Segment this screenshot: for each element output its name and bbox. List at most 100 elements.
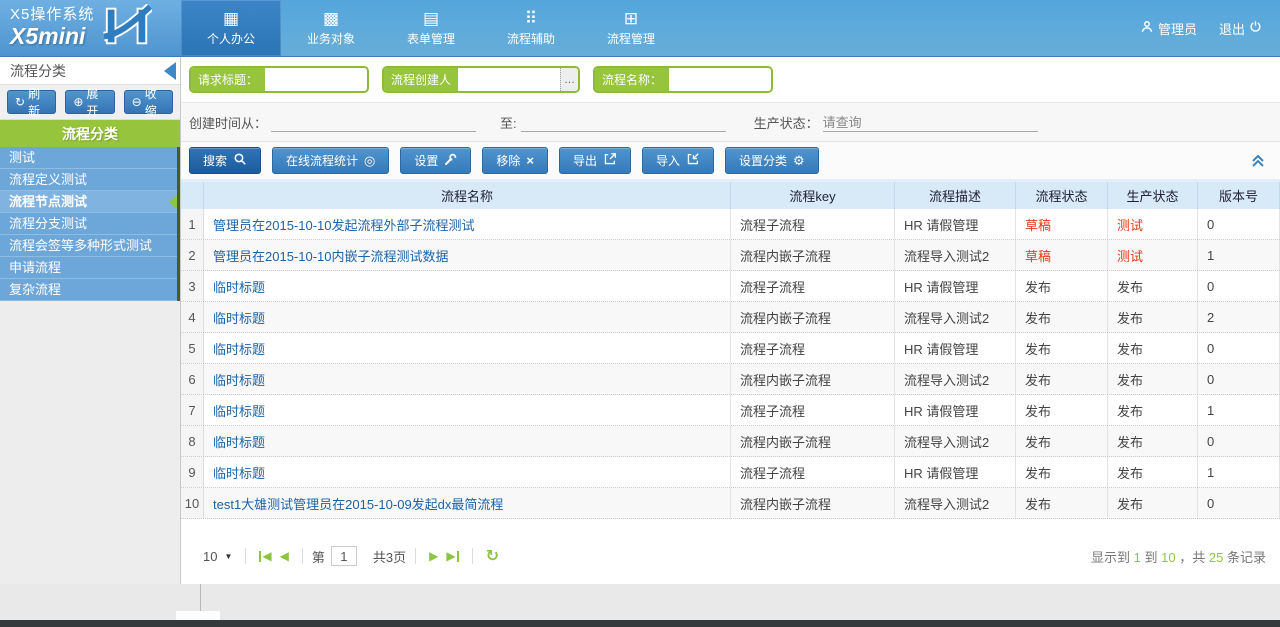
col-index [181,182,204,209]
creator-input[interactable] [458,68,560,91]
settings-button[interactable]: 设置 [400,147,471,174]
col-flow-key[interactable]: 流程key [731,182,895,209]
tab-label: 流程辅助 [507,30,555,47]
export-label: 导出 [573,152,597,169]
tab-business-object[interactable]: ▩ 业务对象 [281,0,381,56]
cell-index: 7 [181,395,204,425]
target-icon: ◎ [364,154,375,167]
flow-name-link[interactable]: 临时标题 [213,463,265,482]
tree-item-label: 流程节点测试 [9,194,87,209]
flow-name-link[interactable]: 临时标题 [213,339,265,358]
search-icon [233,152,247,169]
cell-status: 发布 [1016,457,1108,487]
divider [472,548,473,564]
main-nav: ▦ 个人办公 ▩ 业务对象 ▤ 表单管理 ⠿ 流程辅助 ⊞ 流程管理 [181,0,681,56]
sidebar-collapse-arrow-icon[interactable] [164,62,176,80]
total-pages-label: 共3页 [373,547,406,566]
creator-label: 流程创建人 [384,68,458,91]
col-version[interactable]: 版本号 [1198,182,1280,209]
table-row[interactable]: 8 临时标题 流程内嵌子流程 流程导入测试2 发布 发布 0 [181,426,1280,457]
page-size-select[interactable]: 10 ▼ [199,547,236,566]
col-flow-desc[interactable]: 流程描述 [895,182,1016,209]
divider [245,548,246,564]
tab-flow-management[interactable]: ⊞ 流程管理 [581,0,681,56]
tab-form-management[interactable]: ▤ 表单管理 [381,0,481,56]
page-number-input[interactable] [331,546,357,566]
cell-desc: HR 请假管理 [895,209,1016,239]
table-row[interactable]: 3 临时标题 流程子流程 HR 请假管理 发布 发布 0 [181,271,1280,302]
reload-icon[interactable]: ↻ [486,546,499,566]
cell-index: 6 [181,364,204,394]
wrench-icon [444,153,457,169]
date-from-input[interactable] [271,112,476,132]
next-page-button[interactable]: ▶ [429,549,438,563]
cell-status: 草稿 [1016,240,1108,270]
table-row[interactable]: 6 临时标题 流程内嵌子流程 流程导入测试2 发布 发布 0 [181,364,1280,395]
set-category-button[interactable]: 设置分类 ⚙ [725,147,819,174]
table-row[interactable]: 1 管理员在2015-10-10发起流程外部子流程测试 流程子流程 HR 请假管… [181,209,1280,240]
flow-name-link[interactable]: test1大雄测试管理员在2015-10-09发起dx最简流程 [213,494,503,513]
person-icon [1140,20,1154,37]
table-row[interactable]: 10 test1大雄测试管理员在2015-10-09发起dx最简流程 流程内嵌子… [181,488,1280,519]
tree-item-2[interactable]: 流程定义测试 [0,169,180,191]
tree-item-3-selected[interactable]: 流程节点测试 [0,191,180,213]
cell-version: 0 [1198,271,1280,301]
tree-refresh-button[interactable]: ↻ 刷新 [7,90,56,114]
cell-key: 流程子流程 [731,395,895,425]
flow-name-link[interactable]: 临时标题 [213,277,265,296]
tree-expand-label: 展开 [86,85,106,119]
remove-button[interactable]: 移除 × [482,147,548,174]
table-row[interactable]: 9 临时标题 流程子流程 HR 请假管理 发布 发布 1 [181,457,1280,488]
table-row[interactable]: 4 临时标题 流程内嵌子流程 流程导入测试2 发布 发布 2 [181,302,1280,333]
last-page-button[interactable]: ▶ [446,549,458,563]
flow-name-link[interactable]: 临时标题 [213,401,265,420]
col-prod-status[interactable]: 生产状态 [1108,182,1198,209]
system-title: X5操作系统 [10,6,94,23]
logout-button[interactable]: 退出 [1219,19,1262,38]
online-stats-button[interactable]: 在线流程统计 ◎ [272,147,389,174]
cell-desc: HR 请假管理 [895,395,1016,425]
request-title-group: 请求标题： [189,66,369,93]
tree-item-7[interactable]: 复杂流程 [0,279,180,301]
flow-name-link[interactable]: 临时标题 [213,308,265,327]
collapse-panel-icon[interactable] [1250,154,1266,173]
first-page-button[interactable]: ◀ [259,549,271,563]
tree-edge-strip [177,147,180,301]
tree-item-5[interactable]: 流程会签等多种形式测试 [0,235,180,257]
tree-refresh-label: 刷新 [28,85,48,119]
tab-label: 业务对象 [307,30,355,47]
request-title-input[interactable] [265,68,367,91]
search-secondary-row: 创建时间从： 至: 生产状态： [181,102,1280,142]
flow-name-link[interactable]: 临时标题 [213,370,265,389]
prev-page-button[interactable]: ◀ [280,549,289,563]
prod-status-input[interactable] [823,112,1038,132]
flow-name-input[interactable] [669,68,771,91]
table-row[interactable]: 5 临时标题 流程子流程 HR 请假管理 发布 发布 0 [181,333,1280,364]
cell-version: 1 [1198,457,1280,487]
flow-name-link[interactable]: 管理员在2015-10-10发起流程外部子流程测试 [213,215,475,234]
flow-name-link[interactable]: 临时标题 [213,432,265,451]
cell-version: 0 [1198,209,1280,239]
tree-collapse-button[interactable]: ⊖ 收缩 [124,90,173,114]
col-flow-name[interactable]: 流程名称 [204,182,731,209]
tree-expand-button[interactable]: ⊕ 展开 [65,90,114,114]
cell-status: 发布 [1016,333,1108,363]
flow-name-group: 流程名称： [593,66,773,93]
tree-item-6[interactable]: 申请流程 [0,257,180,279]
current-user[interactable]: 管理员 [1140,19,1197,38]
date-to-input[interactable] [521,112,726,132]
tree-item-4[interactable]: 流程分支测试 [0,213,180,235]
export-button[interactable]: 导出 [559,147,631,174]
table-row[interactable]: 2 管理员在2015-10-10内嵌子流程测试数据 流程内嵌子流程 流程导入测试… [181,240,1280,271]
search-button[interactable]: 搜索 [189,147,261,174]
tree-item-1[interactable]: 测试 [0,147,180,169]
tab-personal-office[interactable]: ▦ 个人办公 [181,0,281,56]
tab-flow-assist[interactable]: ⠿ 流程辅助 [481,0,581,56]
cell-prod: 发布 [1108,426,1198,456]
col-flow-status[interactable]: 流程状态 [1016,182,1108,209]
creator-picker-button[interactable]: … [560,68,578,91]
table-row[interactable]: 7 临时标题 流程子流程 HR 请假管理 发布 发布 1 [181,395,1280,426]
flow-name-link[interactable]: 管理员在2015-10-10内嵌子流程测试数据 [213,246,449,265]
import-button[interactable]: 导入 [642,147,714,174]
app-window: X5操作系统 X5mini ▦ 个人办公 ▩ 业 [0,0,1280,627]
